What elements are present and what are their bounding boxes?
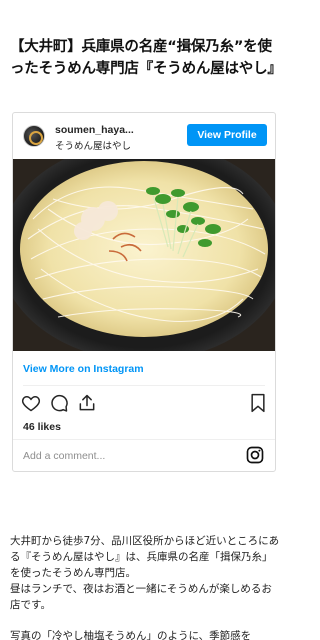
avatar[interactable] <box>23 125 45 147</box>
divider <box>13 439 275 440</box>
article-body: 大井町から徒歩7分、品川区役所からほど近いところにある『そうめん屋はやし』は、兵… <box>10 533 280 640</box>
embed-header: soumen_haya... そうめん屋はやし View Profile <box>13 113 275 159</box>
comment-input[interactable]: Add a comment... <box>23 450 105 462</box>
article-title: 【大井町】兵庫県の名産“揖保乃糸”を使ったそうめん専門店『そうめん屋はやし』 <box>10 39 282 77</box>
comment-icon[interactable] <box>49 393 69 413</box>
bowl-of-somen-photo <box>13 159 275 351</box>
instagram-logo-icon[interactable] <box>245 445 265 465</box>
view-more-link[interactable]: View More on Instagram <box>23 363 144 375</box>
body-line: 昼はランチで、夜はお酒と一緒にそうめんが楽しめるお店です。 <box>10 583 272 611</box>
share-icon[interactable] <box>77 393 97 413</box>
post-photo[interactable] <box>13 159 275 351</box>
body-paragraph: 写真の「冷やし柚塩そうめん」のように、季節感を <box>10 630 252 640</box>
instagram-embed: soumen_haya... そうめん屋はやし View Profile Vie… <box>12 112 276 472</box>
username[interactable]: soumen_haya... <box>55 124 134 136</box>
divider <box>23 385 265 386</box>
bookmark-icon[interactable] <box>249 393 267 413</box>
post-actions <box>13 393 275 419</box>
heart-icon[interactable] <box>21 393 41 413</box>
likes-count[interactable]: 46 likes <box>23 421 61 433</box>
body-paragraph: 大井町から徒歩7分、品川区役所からほど近いところにある『そうめん屋はやし』は、兵… <box>10 533 280 613</box>
body-line: 大井町から徒歩7分、品川区役所からほど近いところにある『そうめん屋はやし』は、兵… <box>10 535 280 579</box>
view-profile-button[interactable]: View Profile <box>187 124 267 146</box>
account-name: そうめん屋はやし <box>55 141 132 152</box>
